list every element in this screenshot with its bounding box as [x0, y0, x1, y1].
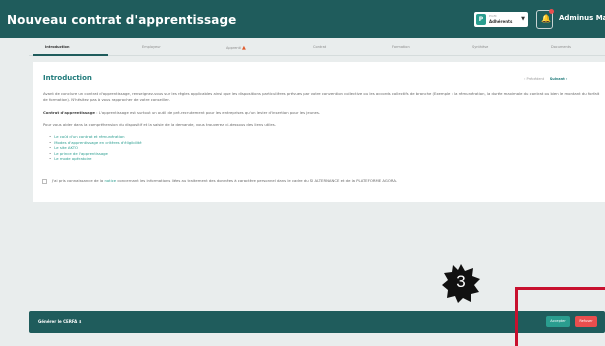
consent-row: J'ai pris connaissance de la notice conc… [42, 178, 397, 184]
profile-select[interactable]: P Profil Adhérents ▼ [474, 12, 528, 27]
consent-text-after: concernant les informations liées au tra… [116, 178, 398, 183]
previous-button[interactable]: Précédent [527, 77, 545, 81]
contract-definition-text: : L'apprentissage est surtout un outil d… [95, 110, 321, 115]
useful-links-intro: Pour vous aider dans la compréhension du… [43, 122, 276, 127]
chevron-left-icon: ‹ [524, 77, 526, 81]
contract-term: Contrat d'apprentissage [43, 110, 96, 115]
tab-introduction[interactable]: Introduction [45, 45, 69, 49]
generate-cerfa-button[interactable]: Générer le CERFA ⬇ [38, 319, 82, 324]
consent-checkbox[interactable] [42, 178, 47, 184]
tab-contrat[interactable]: Contrat [313, 45, 326, 49]
next-button[interactable]: Suivant [550, 77, 565, 81]
badge-number: 3 [456, 272, 466, 291]
tab-apprenti[interactable]: Apprenti ▲ [226, 45, 246, 51]
tab-apprenti-label: Apprenti [226, 46, 241, 50]
intro-paragraph: Avant de conclure un contrat d'apprentis… [43, 91, 600, 102]
warning-icon: ▲ [242, 45, 246, 51]
chevron-right-icon: › [565, 77, 568, 81]
stepper-line [29, 55, 605, 56]
stepper: Introduction Employeur Apprenti ▲ Contra… [29, 45, 605, 55]
profile-icon: P [476, 14, 486, 25]
link-mode-operatoire[interactable]: Le mode opératoire [49, 156, 142, 162]
chevron-down-icon: ▼ [521, 16, 525, 22]
user-name[interactable]: Adminus Maxim [559, 14, 605, 22]
page-title: Nouveau contrat d'apprentissage [7, 13, 237, 27]
tab-synthese[interactable]: Synthèse [472, 45, 488, 49]
section-title: Introduction [43, 74, 92, 82]
tab-employeur[interactable]: Employeur [142, 45, 161, 49]
stepper-active-indicator [33, 54, 108, 56]
notification-button[interactable]: 🔔 [536, 9, 554, 29]
bell-icon: 🔔 [541, 14, 551, 23]
top-bar: Nouveau contrat d'apprentissage P Profil… [0, 0, 605, 38]
download-icon: ⬇ [78, 319, 82, 324]
tab-documents[interactable]: Documents [551, 45, 571, 49]
consent-text-before: J'ai pris connaissance de la [52, 178, 105, 183]
notification-dot [549, 9, 554, 14]
tab-formation[interactable]: Formation [392, 45, 410, 49]
contract-definition: Contrat d'apprentissage : L'apprentissag… [43, 110, 603, 116]
pager: ‹ Précédent Suivant › [524, 77, 567, 81]
step-number-badge: 3 [441, 263, 481, 303]
generate-cerfa-label: Générer le CERFA [38, 319, 78, 324]
notice-link[interactable]: notice [104, 178, 116, 183]
introduction-card: Introduction ‹ Précédent Suivant › Avant… [33, 62, 605, 202]
useful-links-list: Le coût d'un contrat et rémunération Mod… [49, 134, 142, 162]
profile-label: Profil [489, 14, 497, 18]
highlight-frame [515, 287, 605, 346]
profile-value: Adhérents [489, 19, 513, 24]
